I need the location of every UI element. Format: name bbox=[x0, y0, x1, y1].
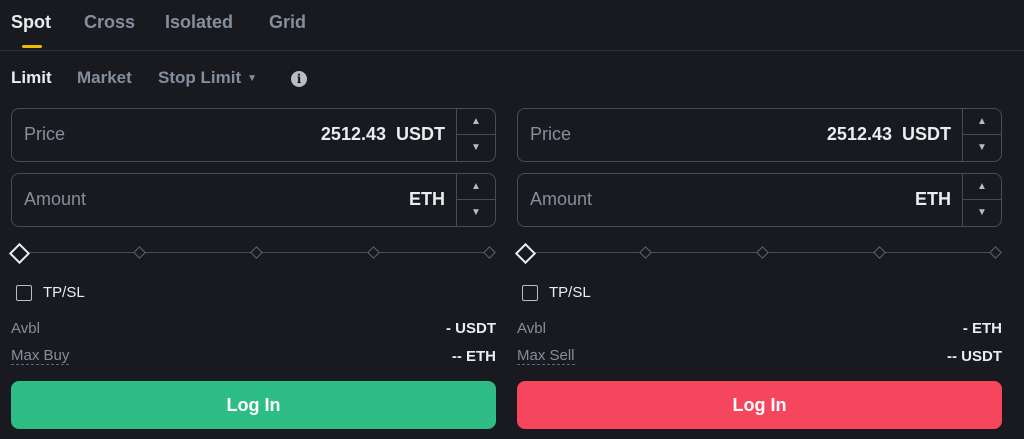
slider-mark-75[interactable] bbox=[873, 246, 886, 259]
sell-price-input[interactable]: 2512.43 USDT bbox=[827, 124, 951, 145]
tpsl-checkbox[interactable] bbox=[522, 285, 538, 301]
slider-mark-100[interactable] bbox=[989, 246, 1002, 259]
sell-amount-label: Amount bbox=[530, 189, 593, 209]
buy-amount-label: Amount bbox=[24, 189, 87, 209]
increment-icon[interactable]: ▲ bbox=[963, 109, 1001, 135]
avbl-label: Avbl bbox=[517, 320, 546, 337]
decrement-icon[interactable]: ▼ bbox=[457, 200, 495, 226]
avbl-label: Avbl bbox=[11, 320, 40, 337]
buy-price-stepper: ▲ ▼ bbox=[456, 109, 495, 161]
max-buy-value: -- ETH bbox=[451, 348, 496, 365]
max-buy-label[interactable]: Max Buy bbox=[11, 348, 70, 365]
tab-isolated[interactable]: Isolated bbox=[165, 12, 233, 33]
info-icon[interactable]: i bbox=[291, 71, 307, 87]
buy-price-input[interactable]: 2512.43 USDT bbox=[321, 124, 445, 145]
decrement-icon[interactable]: ▼ bbox=[963, 135, 1001, 161]
stop-limit-label: Stop Limit bbox=[158, 68, 242, 87]
order-type-limit[interactable]: Limit bbox=[11, 68, 52, 88]
sell-login-button[interactable]: Log In bbox=[517, 381, 1002, 429]
buy-amount-stepper: ▲ ▼ bbox=[456, 174, 495, 226]
buy-price-unit: USDT bbox=[396, 124, 445, 144]
tpsl-checkbox[interactable] bbox=[16, 285, 32, 301]
avbl-value: - USDT bbox=[446, 320, 496, 337]
sell-amount-input[interactable]: ETH bbox=[915, 189, 951, 210]
sell-available-row: Avbl - ETH bbox=[517, 320, 1002, 340]
slider-mark-50[interactable] bbox=[756, 246, 769, 259]
buy-login-button[interactable]: Log In bbox=[11, 381, 496, 429]
slider-mark-100[interactable] bbox=[483, 246, 496, 259]
sell-max-row: Max Sell -- USDT bbox=[517, 348, 1002, 368]
margin-mode-tabs: Spot Cross Isolated Grid bbox=[0, 0, 1024, 51]
sell-price-value: 2512.43 bbox=[826, 124, 892, 144]
sell-price-field[interactable]: Price 2512.43 USDT ▲ ▼ bbox=[517, 108, 1002, 162]
order-type-stop-limit[interactable]: Stop Limit ▼ bbox=[158, 68, 257, 88]
sell-price-label: Price bbox=[530, 124, 572, 144]
sell-amount-stepper: ▲ ▼ bbox=[962, 174, 1001, 226]
buy-max-row: Max Buy -- ETH bbox=[11, 348, 496, 368]
max-sell-value: -- USDT bbox=[947, 348, 1002, 365]
buy-amount-field[interactable]: Amount ETH ▲ ▼ bbox=[11, 173, 496, 227]
avbl-value: - ETH bbox=[962, 320, 1002, 337]
buy-panel: Price 2512.43 USDT ▲ ▼ Amount ETH ▲ ▼ TP/… bbox=[8, 108, 496, 429]
slider-mark-75[interactable] bbox=[367, 246, 380, 259]
sell-amount-unit: ETH bbox=[915, 189, 951, 209]
increment-icon[interactable]: ▲ bbox=[963, 174, 1001, 200]
max-sell-label[interactable]: Max Sell bbox=[517, 348, 575, 365]
slider-mark-50[interactable] bbox=[250, 246, 263, 259]
slider-thumb[interactable] bbox=[514, 242, 537, 265]
tpsl-label: TP/SL bbox=[549, 284, 591, 301]
decrement-icon[interactable]: ▼ bbox=[457, 135, 495, 161]
active-tab-indicator bbox=[22, 45, 42, 48]
decrement-icon[interactable]: ▼ bbox=[963, 200, 1001, 226]
increment-icon[interactable]: ▲ bbox=[457, 109, 495, 135]
tab-cross[interactable]: Cross bbox=[84, 12, 135, 33]
chevron-down-icon: ▼ bbox=[247, 73, 258, 84]
slider-mark-25[interactable] bbox=[639, 246, 652, 259]
slider-mark-25[interactable] bbox=[133, 246, 146, 259]
buy-amount-input[interactable]: ETH bbox=[409, 189, 445, 210]
buy-price-field[interactable]: Price 2512.43 USDT ▲ ▼ bbox=[11, 108, 496, 162]
sell-amount-slider[interactable] bbox=[514, 242, 1002, 265]
order-type-selector: Limit Market Stop Limit ▼ i bbox=[0, 66, 400, 90]
sell-price-stepper: ▲ ▼ bbox=[962, 109, 1001, 161]
tab-grid[interactable]: Grid bbox=[269, 12, 306, 33]
buy-amount-unit: ETH bbox=[409, 189, 445, 209]
sell-amount-field[interactable]: Amount ETH ▲ ▼ bbox=[517, 173, 1002, 227]
tab-spot[interactable]: Spot bbox=[11, 12, 51, 33]
slider-thumb[interactable] bbox=[8, 242, 31, 265]
sell-price-unit: USDT bbox=[902, 124, 951, 144]
buy-amount-slider[interactable] bbox=[8, 242, 496, 265]
buy-available-row: Avbl - USDT bbox=[11, 320, 496, 340]
increment-icon[interactable]: ▲ bbox=[457, 174, 495, 200]
buy-price-label: Price bbox=[24, 124, 66, 144]
tpsl-label: TP/SL bbox=[43, 284, 85, 301]
order-type-market[interactable]: Market bbox=[77, 68, 132, 88]
buy-price-value: 2512.43 bbox=[320, 124, 386, 144]
sell-panel: Price 2512.43 USDT ▲ ▼ Amount ETH ▲ ▼ TP/… bbox=[514, 108, 1002, 429]
